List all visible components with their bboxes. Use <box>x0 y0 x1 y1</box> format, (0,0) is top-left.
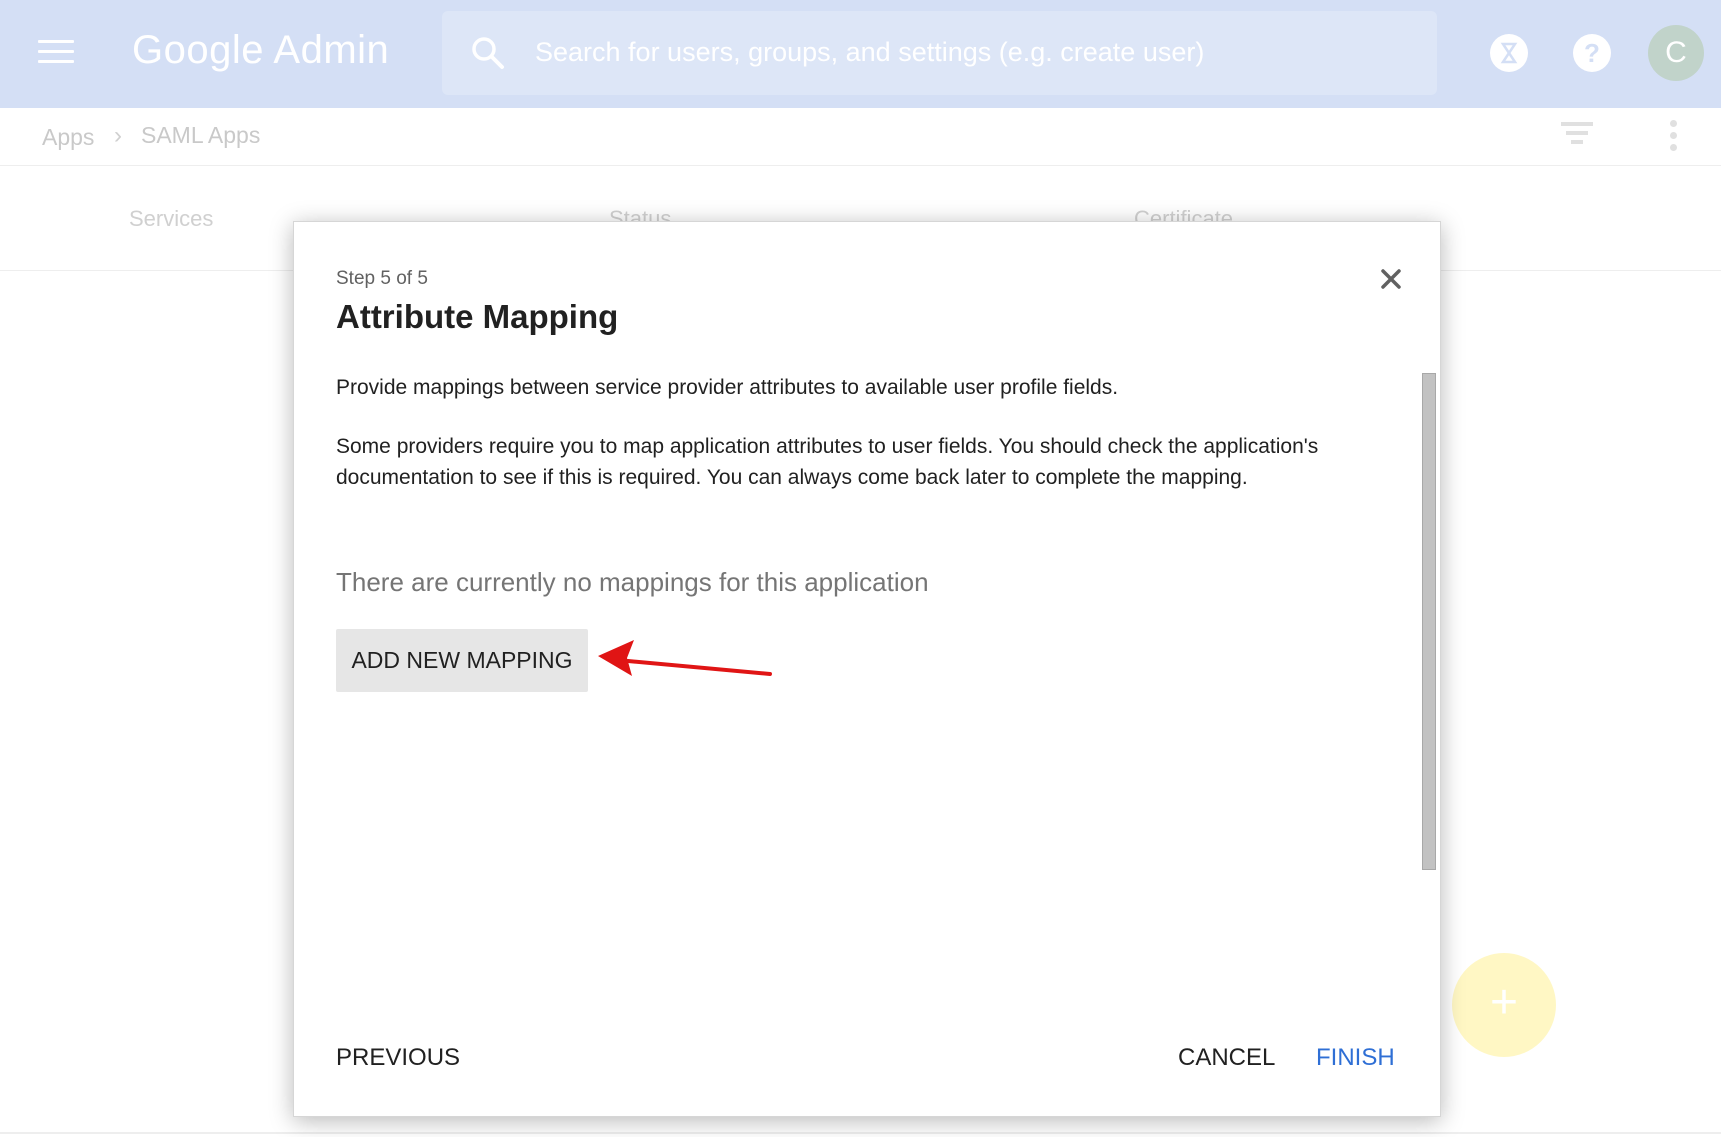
dialog-description: Provide mappings between service provide… <box>336 376 1119 399</box>
top-app-bar: Google Admin Search for users, groups, a… <box>0 0 1721 108</box>
chevron-right-icon: › <box>114 122 122 149</box>
column-services[interactable]: Services <box>129 206 213 232</box>
app-title[interactable]: Google Admin <box>132 28 389 73</box>
empty-state-text: There are currently no mappings for this… <box>336 567 929 597</box>
menu-icon[interactable] <box>38 40 74 68</box>
arrow-annotation <box>598 640 772 676</box>
divider <box>0 1132 1721 1134</box>
step-indicator: Step 5 of 5 <box>336 268 428 289</box>
help-icon[interactable]: ? <box>1573 34 1611 72</box>
search-icon <box>472 37 504 69</box>
dialog-note: Some providers require you to map applic… <box>336 435 1319 489</box>
add-new-mapping-button[interactable]: ADD NEW MAPPING <box>336 629 588 692</box>
close-icon[interactable] <box>1378 266 1404 292</box>
more-vert-icon[interactable] <box>1670 120 1678 152</box>
breadcrumb-apps[interactable]: Apps <box>42 124 94 151</box>
search-input[interactable]: Search for users, groups, and settings (… <box>535 37 1204 68</box>
avatar[interactable]: C <box>1648 25 1704 81</box>
add-app-fab[interactable]: + <box>1452 953 1556 1057</box>
dialog-title: Attribute Mapping <box>336 298 619 335</box>
search-bar[interactable]: Search for users, groups, and settings (… <box>442 11 1437 95</box>
cancel-button[interactable]: CANCEL <box>1178 1044 1275 1072</box>
scrollbar-thumb[interactable] <box>1422 373 1436 870</box>
breadcrumb-saml-apps: SAML Apps <box>141 122 261 148</box>
attribute-mapping-dialog: Step 5 of 5 Attribute Mapping Provide ma… <box>293 221 1441 1117</box>
previous-button[interactable]: PREVIOUS <box>336 1044 460 1072</box>
filter-icon[interactable] <box>1561 122 1593 148</box>
breadcrumb: Apps › SAML Apps <box>0 108 1721 166</box>
finish-button[interactable]: FINISH <box>1316 1044 1395 1072</box>
hourglass-icon[interactable] <box>1490 34 1528 72</box>
